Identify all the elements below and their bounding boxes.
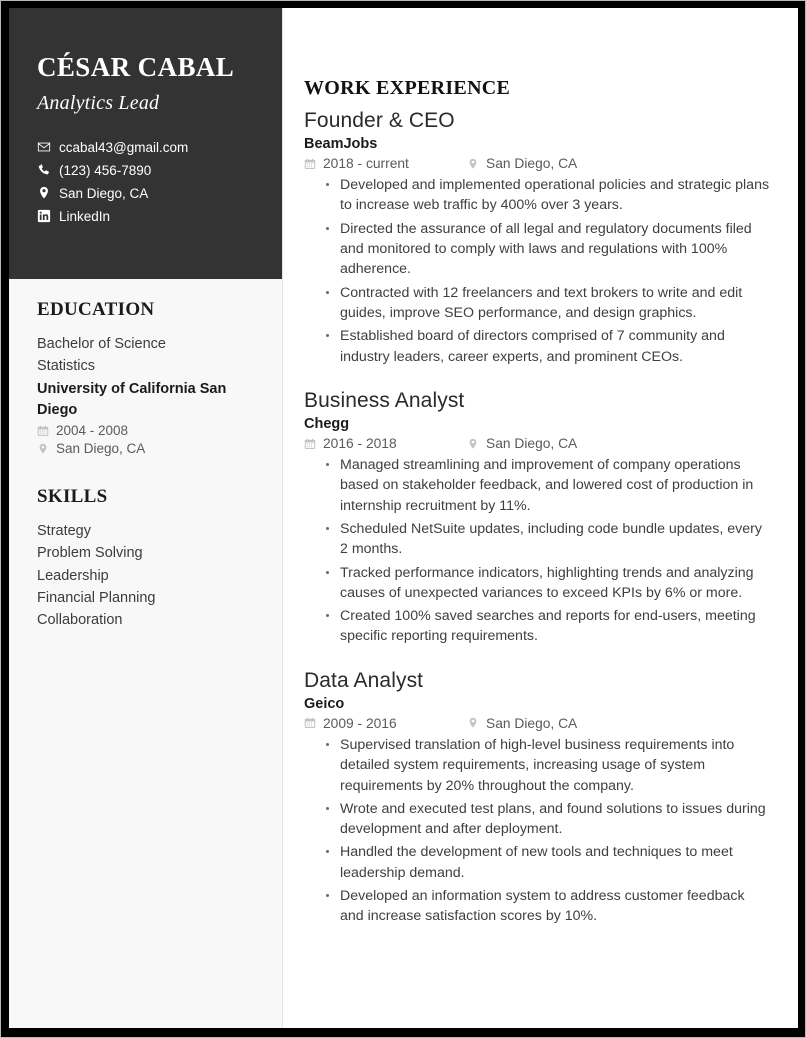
job-bullets: Managed streamlining and improvement of … <box>304 455 772 647</box>
education-section: EDUCATION Bachelor of Science Statistics… <box>37 299 256 456</box>
skills-heading: SKILLS <box>37 486 108 508</box>
job-location-cell: San Diego, CA <box>467 436 577 451</box>
candidate-title: Analytics Lead <box>37 91 160 114</box>
job-meta: 2018 - current San Diego, CA <box>304 156 772 171</box>
map-pin-icon <box>37 443 56 455</box>
job-dates-cell: 2018 - current <box>304 156 467 171</box>
contact-linkedin[interactable]: LinkedIn <box>37 209 254 224</box>
contact-email-value: ccabal43@gmail.com <box>59 139 189 155</box>
candidate-name: CÉSAR CABAL <box>37 52 235 82</box>
work-experience-column: WORK EXPERIENCE Founder & CEO BeamJobs 2… <box>283 8 798 1028</box>
skill-item: Strategy <box>37 523 91 540</box>
job-location: San Diego, CA <box>486 436 578 452</box>
job-title: Data Analyst <box>304 668 424 692</box>
job-title: Business Analyst <box>304 388 465 412</box>
contact-linkedin-value: LinkedIn <box>59 208 111 224</box>
skill-item: Collaboration <box>37 611 123 628</box>
education-dates: 2004 - 2008 <box>56 423 129 439</box>
job-bullets: Supervised translation of high-level bus… <box>304 735 772 927</box>
job-bullet: Wrote and executed test plans, and found… <box>326 799 772 840</box>
linkedin-icon <box>37 209 59 223</box>
envelope-icon <box>37 140 59 154</box>
page-frame: CÉSAR CABAL Analytics Lead ccabal43@gmai… <box>0 0 806 1038</box>
education-degree: Bachelor of Science <box>37 336 166 352</box>
job-bullets: Developed and implemented operational po… <box>304 175 772 367</box>
job-location-cell: San Diego, CA <box>467 156 577 171</box>
education-field: Statistics <box>37 358 96 375</box>
phone-icon <box>37 163 59 177</box>
job-entry: Founder & CEO BeamJobs 2018 - current Sa… <box>304 108 772 367</box>
map-pin-icon <box>467 717 486 729</box>
job-entry: Data Analyst Geico 2009 - 2016 San Diego… <box>304 668 772 927</box>
calendar-icon <box>37 425 56 437</box>
job-bullet: Tracked performance indicators, highligh… <box>326 563 772 604</box>
job-dates: 2009 - 2016 <box>323 715 397 731</box>
job-location: San Diego, CA <box>486 715 578 731</box>
job-bullet: Scheduled NetSuite updates, including co… <box>326 519 772 560</box>
job-bullet: Contracted with 12 freelancers and text … <box>326 283 772 324</box>
education-location-row: San Diego, CA <box>37 441 256 456</box>
contact-phone-value: (123) 456-7890 <box>59 162 152 178</box>
calendar-icon <box>304 158 323 170</box>
map-pin-icon <box>467 158 486 170</box>
contact-email[interactable]: ccabal43@gmail.com <box>37 140 254 155</box>
skill-item: Leadership <box>37 567 109 584</box>
education-heading: EDUCATION <box>37 299 155 320</box>
contact-location-value: San Diego, CA <box>59 185 149 201</box>
job-location-cell: San Diego, CA <box>467 716 577 731</box>
contact-location: San Diego, CA <box>37 186 254 201</box>
map-pin-icon <box>37 186 59 200</box>
job-bullet: Developed and implemented operational po… <box>326 175 772 216</box>
job-meta: 2016 - 2018 San Diego, CA <box>304 436 772 451</box>
job-dates-cell: 2016 - 2018 <box>304 436 467 451</box>
skill-item: Problem Solving <box>37 545 143 562</box>
job-bullet: Managed streamlining and improvement of … <box>326 455 772 516</box>
education-school: University of California San Diego <box>37 381 227 418</box>
contact-phone[interactable]: (123) 456-7890 <box>37 163 254 178</box>
job-dates-cell: 2009 - 2016 <box>304 716 467 731</box>
job-bullet: Handled the development of new tools and… <box>326 842 772 883</box>
job-company: Geico <box>304 695 345 712</box>
sidebar: CÉSAR CABAL Analytics Lead ccabal43@gmai… <box>9 8 283 1028</box>
work-experience-heading: WORK EXPERIENCE <box>304 77 511 99</box>
job-title: Founder & CEO <box>304 109 455 132</box>
job-bullet: Directed the assurance of all legal and … <box>326 219 772 280</box>
education-dates-row: 2004 - 2008 <box>37 423 256 438</box>
education-location: San Diego, CA <box>56 441 146 457</box>
map-pin-icon <box>467 438 486 450</box>
job-company: BeamJobs <box>304 136 378 153</box>
job-location: San Diego, CA <box>486 156 578 172</box>
job-dates: 2018 - current <box>323 156 409 172</box>
calendar-icon <box>304 717 323 729</box>
job-bullet: Supervised translation of high-level bus… <box>326 735 772 796</box>
job-bullet: Created 100% saved searches and reports … <box>326 606 772 647</box>
calendar-icon <box>304 438 323 450</box>
contact-list: ccabal43@gmail.com (123) 456-7890 San Di… <box>37 140 254 224</box>
identity-block: CÉSAR CABAL Analytics Lead ccabal43@gmai… <box>9 8 282 279</box>
job-bullet: Established board of directors comprised… <box>326 326 772 367</box>
skills-section: SKILLS Strategy Problem Solving Leadersh… <box>37 486 256 631</box>
skill-item: Financial Planning <box>37 589 156 606</box>
sidebar-body: EDUCATION Bachelor of Science Statistics… <box>9 279 282 631</box>
resume-document: CÉSAR CABAL Analytics Lead ccabal43@gmai… <box>9 8 798 1028</box>
job-entry: Business Analyst Chegg 2016 - 2018 San D… <box>304 388 772 647</box>
job-bullet: Developed an information system to addre… <box>326 886 772 927</box>
job-company: Chegg <box>304 416 350 433</box>
job-dates: 2016 - 2018 <box>323 436 397 452</box>
job-meta: 2009 - 2016 San Diego, CA <box>304 716 772 731</box>
